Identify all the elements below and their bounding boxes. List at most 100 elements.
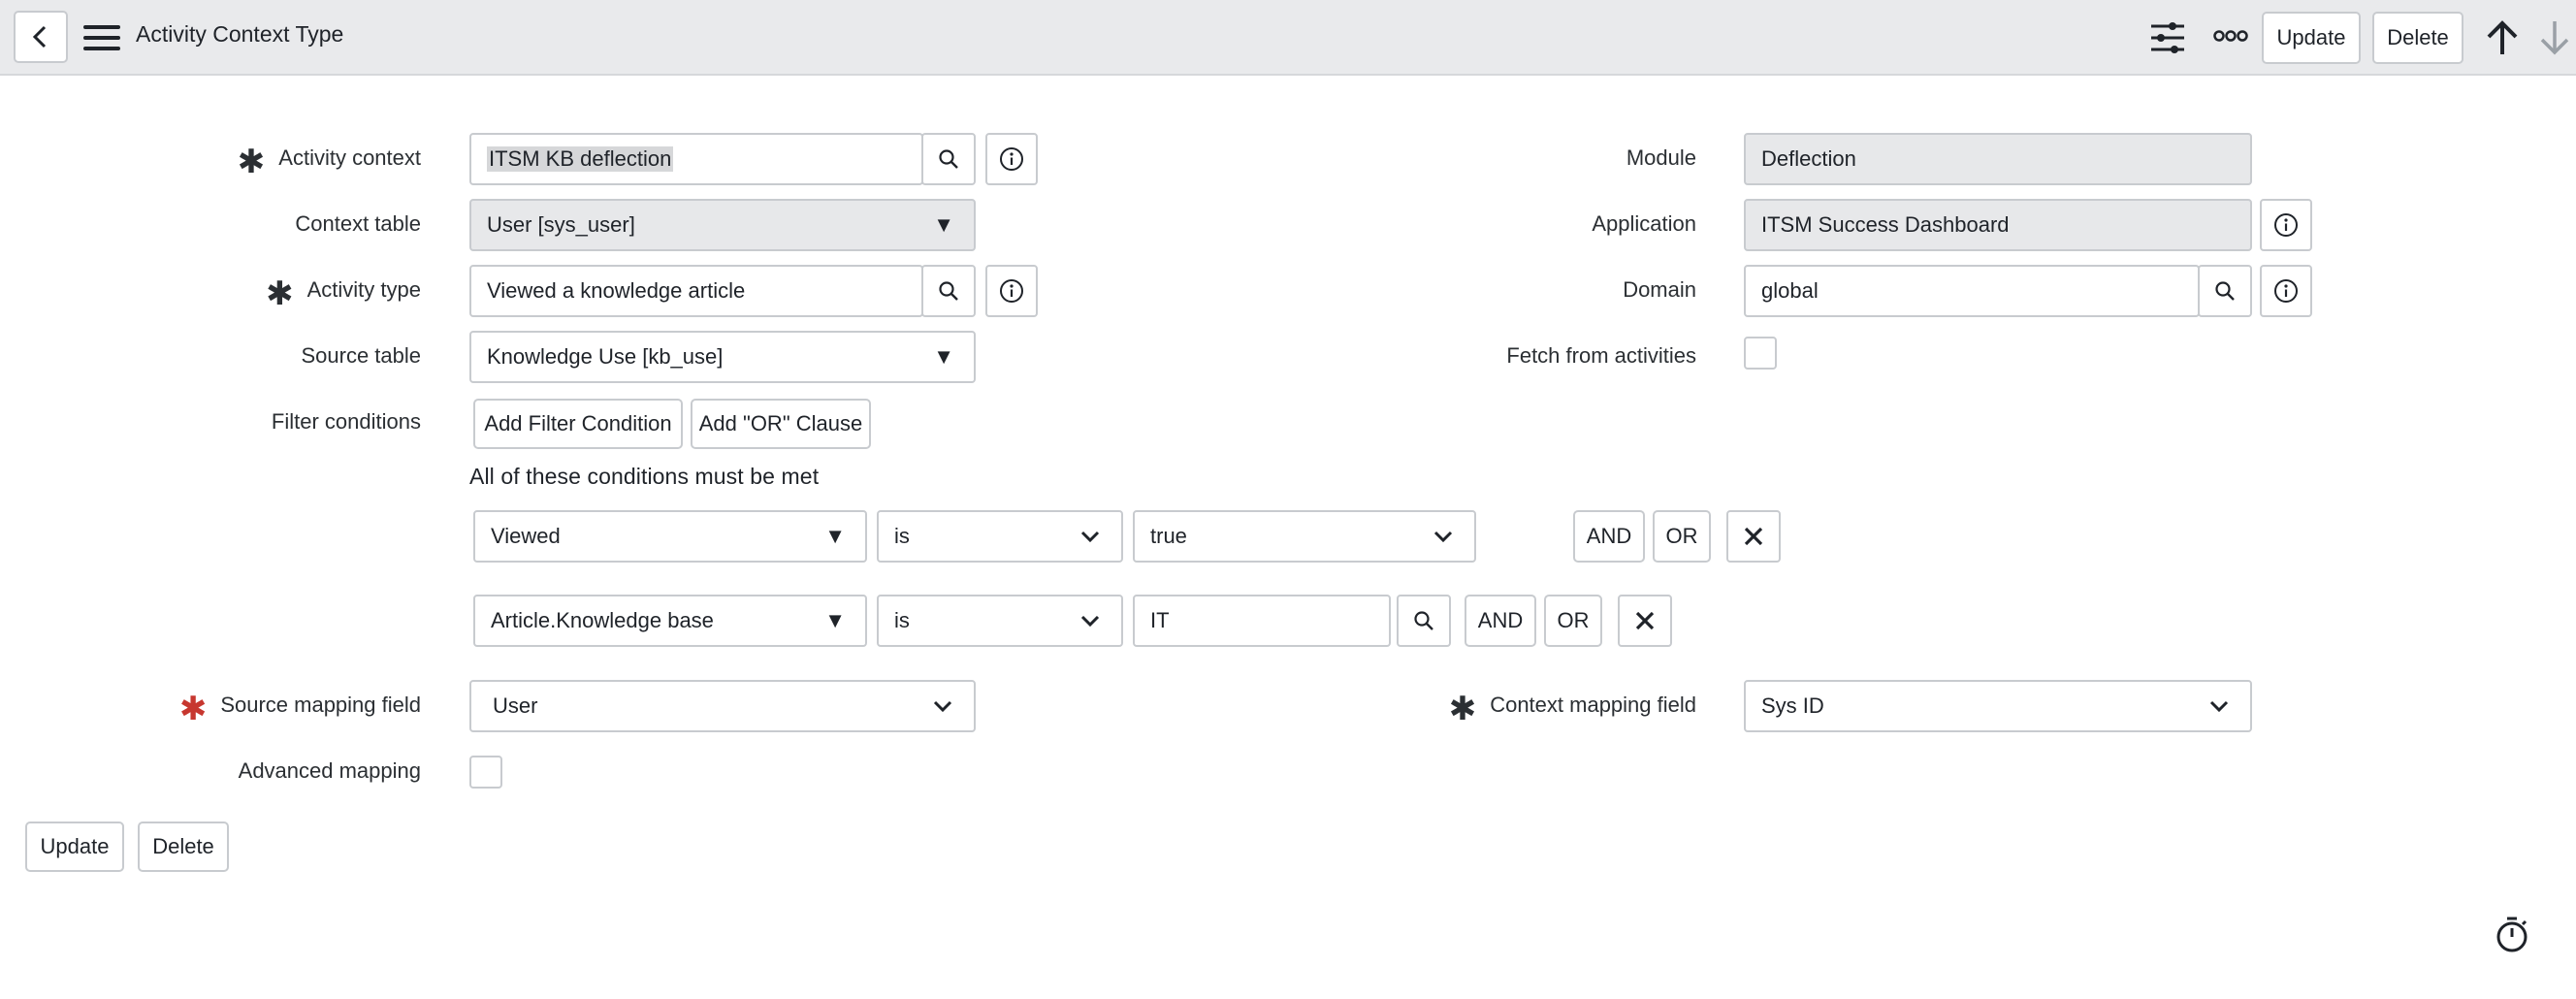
context-table-label: Context table <box>295 199 421 249</box>
domain-label: Domain <box>1623 265 1696 315</box>
back-button[interactable] <box>14 11 68 63</box>
module-label: Module <box>1626 133 1696 183</box>
dropdown-triangle-icon: ▼ <box>824 608 846 632</box>
form-header: Activity Context Type Update Delete <box>0 0 2576 76</box>
module-label-text: Module <box>1626 145 1696 170</box>
condition-2-operator-select[interactable]: is <box>877 595 1123 647</box>
source-table-select[interactable]: Knowledge Use [kb_use] ▼ <box>469 331 976 383</box>
activity-type-input[interactable]: Viewed a knowledge article <box>469 265 923 317</box>
header-update-button[interactable]: Update <box>2262 12 2361 64</box>
activity-context-input[interactable]: ITSM KB deflection <box>469 133 923 185</box>
search-icon <box>2215 281 2235 301</box>
context-mapping-field-select[interactable]: Sys ID <box>1744 680 2252 732</box>
module-value: Deflection <box>1761 146 1856 171</box>
activity-type-label: ✱ Activity type <box>266 265 421 315</box>
chevron-down-icon <box>2209 700 2229 713</box>
domain-info-button[interactable] <box>2260 265 2312 317</box>
source-mapping-field-label: ✱ Source mapping field <box>179 680 421 730</box>
condition-2-remove-button[interactable] <box>1618 595 1672 647</box>
header-delete-button[interactable]: Delete <box>2372 12 2463 64</box>
info-icon <box>2274 213 2298 237</box>
search-icon <box>939 281 958 301</box>
condition-2-or-button[interactable]: OR <box>1544 595 1602 647</box>
arrow-down-icon[interactable] <box>2539 19 2570 56</box>
activity-type-value: Viewed a knowledge article <box>487 278 746 303</box>
context-mapping-field-label: ✱ Context mapping field <box>1449 680 1696 730</box>
required-icon: ✱ <box>266 275 294 312</box>
source-mapping-field-label-text: Source mapping field <box>220 693 421 717</box>
condition-2-field-value: Article.Knowledge base <box>491 608 714 632</box>
add-or-clause-button[interactable]: Add "OR" Clause <box>691 399 871 449</box>
condition-2-and-button[interactable]: AND <box>1465 595 1536 647</box>
application-label: Application <box>1592 199 1696 249</box>
conditions-title: All of these conditions must be met <box>469 464 820 489</box>
source-table-label: Source table <box>301 331 421 381</box>
activity-type-info-button[interactable] <box>985 265 1038 317</box>
condition-2-value: IT <box>1150 608 1170 632</box>
fetch-from-activities-label-text: Fetch from activities <box>1506 343 1696 368</box>
activity-type-label-text: Activity type <box>306 277 421 302</box>
timer-icon[interactable] <box>2495 916 2529 954</box>
footer-delete-button[interactable]: Delete <box>138 822 229 872</box>
search-icon <box>939 149 958 169</box>
condition-1-operator-value: is <box>894 524 910 548</box>
activity-context-label-text: Activity context <box>278 145 421 170</box>
close-icon <box>1635 611 1655 630</box>
condition-1-value-select[interactable]: true <box>1133 510 1476 563</box>
condition-1-field-select[interactable]: Viewed ▼ <box>473 510 867 563</box>
condition-2-lookup-button[interactable] <box>1397 595 1451 647</box>
filter-conditions-label-text: Filter conditions <box>271 409 421 434</box>
required-icon: ✱ <box>1448 691 1477 727</box>
advanced-mapping-checkbox[interactable] <box>469 756 502 789</box>
fetch-from-activities-label: Fetch from activities <box>1506 331 1696 381</box>
arrow-up-icon[interactable] <box>2485 19 2520 56</box>
more-options-icon[interactable] <box>2213 29 2248 43</box>
source-mapping-field-value: User <box>493 693 538 718</box>
dropdown-triangle-icon: ▼ <box>933 344 954 369</box>
required-icon: ✱ <box>178 691 208 727</box>
condition-2-field-select[interactable]: Article.Knowledge base ▼ <box>473 595 867 647</box>
source-mapping-field-select[interactable]: User <box>469 680 976 732</box>
dropdown-triangle-icon: ▼ <box>933 212 954 237</box>
condition-1-remove-button[interactable] <box>1726 510 1781 563</box>
context-table-value: User [sys_user] <box>487 212 635 237</box>
condition-2-operator-value: is <box>894 608 910 632</box>
fetch-from-activities-checkbox[interactable] <box>1744 337 1777 370</box>
activity-context-lookup-button[interactable] <box>921 133 976 185</box>
condition-1-operator-select[interactable]: is <box>877 510 1123 563</box>
hamburger-menu-icon[interactable] <box>83 23 120 52</box>
activity-type-lookup-button[interactable] <box>921 265 976 317</box>
footer-update-button[interactable]: Update <box>25 822 124 872</box>
context-mapping-field-value: Sys ID <box>1761 693 1824 718</box>
activity-context-info-button[interactable] <box>985 133 1038 185</box>
advanced-mapping-label: Advanced mapping <box>239 746 421 796</box>
source-table-label-text: Source table <box>301 343 421 368</box>
info-icon <box>1000 147 1023 171</box>
condition-1-or-button[interactable]: OR <box>1653 510 1711 563</box>
chevron-down-icon <box>1080 531 1100 543</box>
domain-lookup-button[interactable] <box>2198 265 2252 317</box>
application-value: ITSM Success Dashboard <box>1761 212 2010 237</box>
context-table-select[interactable]: User [sys_user] ▼ <box>469 199 976 251</box>
application-info-button[interactable] <box>2260 199 2312 251</box>
module-field: Deflection <box>1744 133 2252 185</box>
condition-2-value-input[interactable]: IT <box>1133 595 1391 647</box>
application-label-text: Application <box>1592 211 1696 236</box>
info-icon <box>1000 279 1023 303</box>
form-title: Activity Context Type <box>136 21 344 47</box>
context-mapping-field-label-text: Context mapping field <box>1490 693 1696 717</box>
source-table-value: Knowledge Use [kb_use] <box>487 344 724 369</box>
condition-1-field-value: Viewed <box>491 524 561 548</box>
domain-input[interactable]: global <box>1744 265 2200 317</box>
advanced-mapping-label-text: Advanced mapping <box>238 758 421 783</box>
context-table-label-text: Context table <box>295 211 421 236</box>
back-icon <box>32 25 47 48</box>
chevron-down-icon <box>1080 615 1100 628</box>
sliders-icon[interactable] <box>2149 19 2186 56</box>
add-filter-condition-button[interactable]: Add Filter Condition <box>473 399 683 449</box>
chevron-down-icon <box>933 700 952 713</box>
info-icon <box>2274 279 2298 303</box>
condition-1-and-button[interactable]: AND <box>1573 510 1645 563</box>
search-icon <box>1414 611 1433 630</box>
dropdown-triangle-icon: ▼ <box>824 524 846 548</box>
